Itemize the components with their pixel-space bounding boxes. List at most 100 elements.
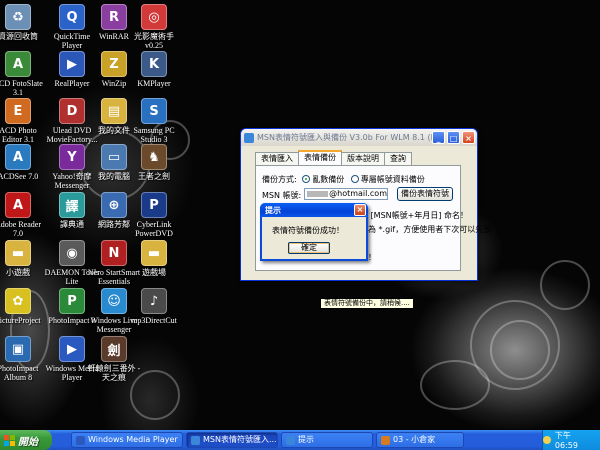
- desktop-icon-label: ACDSee 7.0: [0, 172, 39, 181]
- backup-success-dialog[interactable]: 提示 × 表情符號備份成功！ 確定: [260, 203, 368, 261]
- my-documents-icon: ▤: [101, 98, 127, 124]
- radio-selected-icon[interactable]: [302, 175, 311, 183]
- wallpaper-swirl: [540, 260, 590, 310]
- recycle-bin-icon: ♻: [5, 4, 31, 30]
- desktop-icon[interactable]: 劍軒轅劍三番外 -天之痕: [86, 336, 142, 382]
- dialog-close-button[interactable]: ×: [354, 204, 366, 216]
- desktop-icon-label: 資源回收筒: [0, 32, 38, 41]
- photoimpact-album-icon: ▣: [5, 336, 31, 362]
- taskbar-button[interactable]: 提示: [281, 432, 373, 448]
- windows-flag-icon: [4, 434, 15, 446]
- pictureproject-icon: ✿: [5, 288, 31, 314]
- desktop-icon-label: 遊戲場: [142, 268, 166, 277]
- desktop-icon[interactable]: ▬ 小遊戲: [0, 240, 46, 277]
- desktop-icon[interactable]: ♪ mp3DirectCut: [126, 288, 182, 325]
- folder-icon: ▬: [5, 240, 31, 266]
- acd-photo-editor-icon: E: [5, 98, 31, 124]
- desktop-icon[interactable]: ♞ 王者之劍: [126, 144, 182, 181]
- photoimpact-icon: P: [59, 288, 85, 314]
- dialog-titlebar[interactable]: 提示 ×: [260, 203, 368, 217]
- backup-mode-label: 備份方式:: [262, 175, 297, 184]
- dialog-message: 表情符號備份成功！: [272, 226, 344, 235]
- live-messenger-icon: ☺: [101, 288, 127, 314]
- adobe-reader-icon: A: [5, 192, 31, 218]
- random-backup-option[interactable]: 亂數備份: [302, 175, 344, 184]
- powerdvd-icon: P: [141, 192, 167, 218]
- daemon-tools-icon: ◉: [59, 240, 85, 266]
- start-button[interactable]: 開始: [0, 430, 52, 450]
- dialog-app-icon: [286, 435, 295, 445]
- mp3directcut-icon: ♪: [141, 288, 167, 314]
- my-computer-icon: ▭: [101, 144, 127, 170]
- photo-tool-icon: ◎: [141, 4, 167, 30]
- taskbar-button-label: 03 - 小倉家: [393, 435, 436, 444]
- backup-mode-row: 備份方式: 亂數備份 專屬帳號資料備份: [262, 174, 425, 185]
- minimize-button[interactable]: _: [432, 131, 445, 144]
- media-player-icon: [76, 435, 85, 445]
- tab-query[interactable]: 查詢: [384, 152, 412, 165]
- tab-import[interactable]: 表情匯入: [255, 152, 299, 165]
- desktop-icon-label: CyberLink PowerDVD: [135, 220, 173, 238]
- random-backup-label: 亂數備份: [312, 175, 345, 184]
- taskbar-button-label: 提示: [298, 435, 314, 444]
- tray-icon[interactable]: [543, 436, 551, 444]
- desktop-icon[interactable]: P CyberLink PowerDVD: [126, 192, 182, 238]
- desktop-icon[interactable]: ♻ 資源回收筒: [0, 4, 46, 41]
- desktop-icon[interactable]: A Adobe Reader 7.0: [0, 192, 46, 238]
- system-tray: 下午 06:59: [542, 430, 600, 450]
- taskbar-button[interactable]: 03 - 小倉家: [376, 432, 464, 448]
- taskbar-tasks: Windows Media Player MSN表情符號匯入... 提示 03 - 小…: [68, 432, 464, 448]
- msn-account-input[interactable]: @hotmail.com: [304, 188, 388, 200]
- dictionary-icon: 譯: [59, 192, 85, 218]
- dialog-ok-button[interactable]: 確定: [288, 242, 330, 254]
- ulead-dvd-icon: D: [59, 98, 85, 124]
- desktop-icon[interactable]: A ACD FotoSlate 3.1: [0, 51, 46, 97]
- desktop-icon[interactable]: ▣ PhotoImpact Album 8: [0, 336, 46, 382]
- desktop-icon-label: ACD Photo Editor 3.1: [0, 126, 37, 144]
- dialog-title: 提示: [265, 205, 281, 215]
- desktop-icon-label: KMPlayer: [137, 79, 171, 88]
- folder-icon: ▬: [141, 240, 167, 266]
- tab-version[interactable]: 版本說明: [341, 152, 385, 165]
- game-icon: 劍: [101, 336, 127, 362]
- maximize-button[interactable]: □: [447, 131, 460, 144]
- desktop-icon[interactable]: S Samsung PC Studio 3: [126, 98, 182, 144]
- close-button[interactable]: ×: [462, 131, 475, 144]
- info-line-2: 檔名為 *.gif，方便使用者下次可以先預: [352, 225, 492, 234]
- music-app-icon: [381, 435, 390, 445]
- tab-backup[interactable]: 表情備份: [298, 150, 342, 165]
- taskbar: 開始 Windows Media Player MSN表情符號匯入... 提示 03 …: [0, 430, 600, 450]
- winrar-icon: R: [101, 4, 127, 30]
- acdsee-icon: A: [5, 144, 31, 170]
- msn-account-suffix: @hotmail.com: [329, 189, 387, 198]
- msn-window-titlebar[interactable]: MSN表情符號匯入與備份 V3.0b For WLM 8.1 (Bet _ □ …: [241, 129, 477, 146]
- kmplayer-icon: K: [141, 51, 167, 77]
- msn-app-icon: [244, 132, 254, 143]
- desktop-icon[interactable]: K KMPlayer: [126, 51, 182, 88]
- start-label: 開始: [18, 436, 38, 448]
- backup-emoticons-button[interactable]: 備份表情符號: [397, 187, 453, 201]
- taskbar-button-label: Windows Media Player: [88, 435, 178, 444]
- network-icon: ⊕: [101, 192, 127, 218]
- clock[interactable]: 下午 06:59: [555, 430, 596, 450]
- samsung-pc-studio-icon: S: [141, 98, 167, 124]
- account-backup-option[interactable]: 專屬帳號資料備份: [350, 175, 425, 184]
- acd-fotoslate-icon: A: [5, 51, 31, 77]
- desktop-icon[interactable]: ✿ PictureProject: [0, 288, 46, 325]
- wallpaper-swirl: [490, 320, 550, 380]
- desktop-icon-label: 光影魔術手 v0.25: [134, 32, 174, 50]
- taskbar-button[interactable]: MSN表情符號匯入...: [186, 432, 278, 448]
- desktop-icon-label: mp3DirectCut: [131, 316, 177, 325]
- desktop-icon[interactable]: A ACDSee 7.0: [0, 144, 46, 181]
- taskbar-button[interactable]: Windows Media Player: [71, 432, 183, 448]
- desktop-icon[interactable]: E ACD Photo Editor 3.1: [0, 98, 46, 144]
- msn-window-title: MSN表情符號匯入與備份 V3.0b For WLM 8.1 (Bet: [257, 133, 432, 142]
- msn-tabs: 表情匯入 表情備份 版本說明 查詢: [255, 150, 412, 165]
- info-line-1: 並以 [MSN帳號+年月日] 命名！: [352, 211, 468, 220]
- redacted-account: [307, 191, 329, 197]
- desktop-icon[interactable]: ▬ 遊戲場: [126, 240, 182, 277]
- desktop-icon[interactable]: ◎ 光影魔術手 v0.25: [126, 4, 182, 50]
- radio-unselected-icon[interactable]: [350, 175, 359, 183]
- desktop-icon-label: 王者之劍: [138, 172, 170, 181]
- media-player-icon: ▶: [59, 336, 85, 362]
